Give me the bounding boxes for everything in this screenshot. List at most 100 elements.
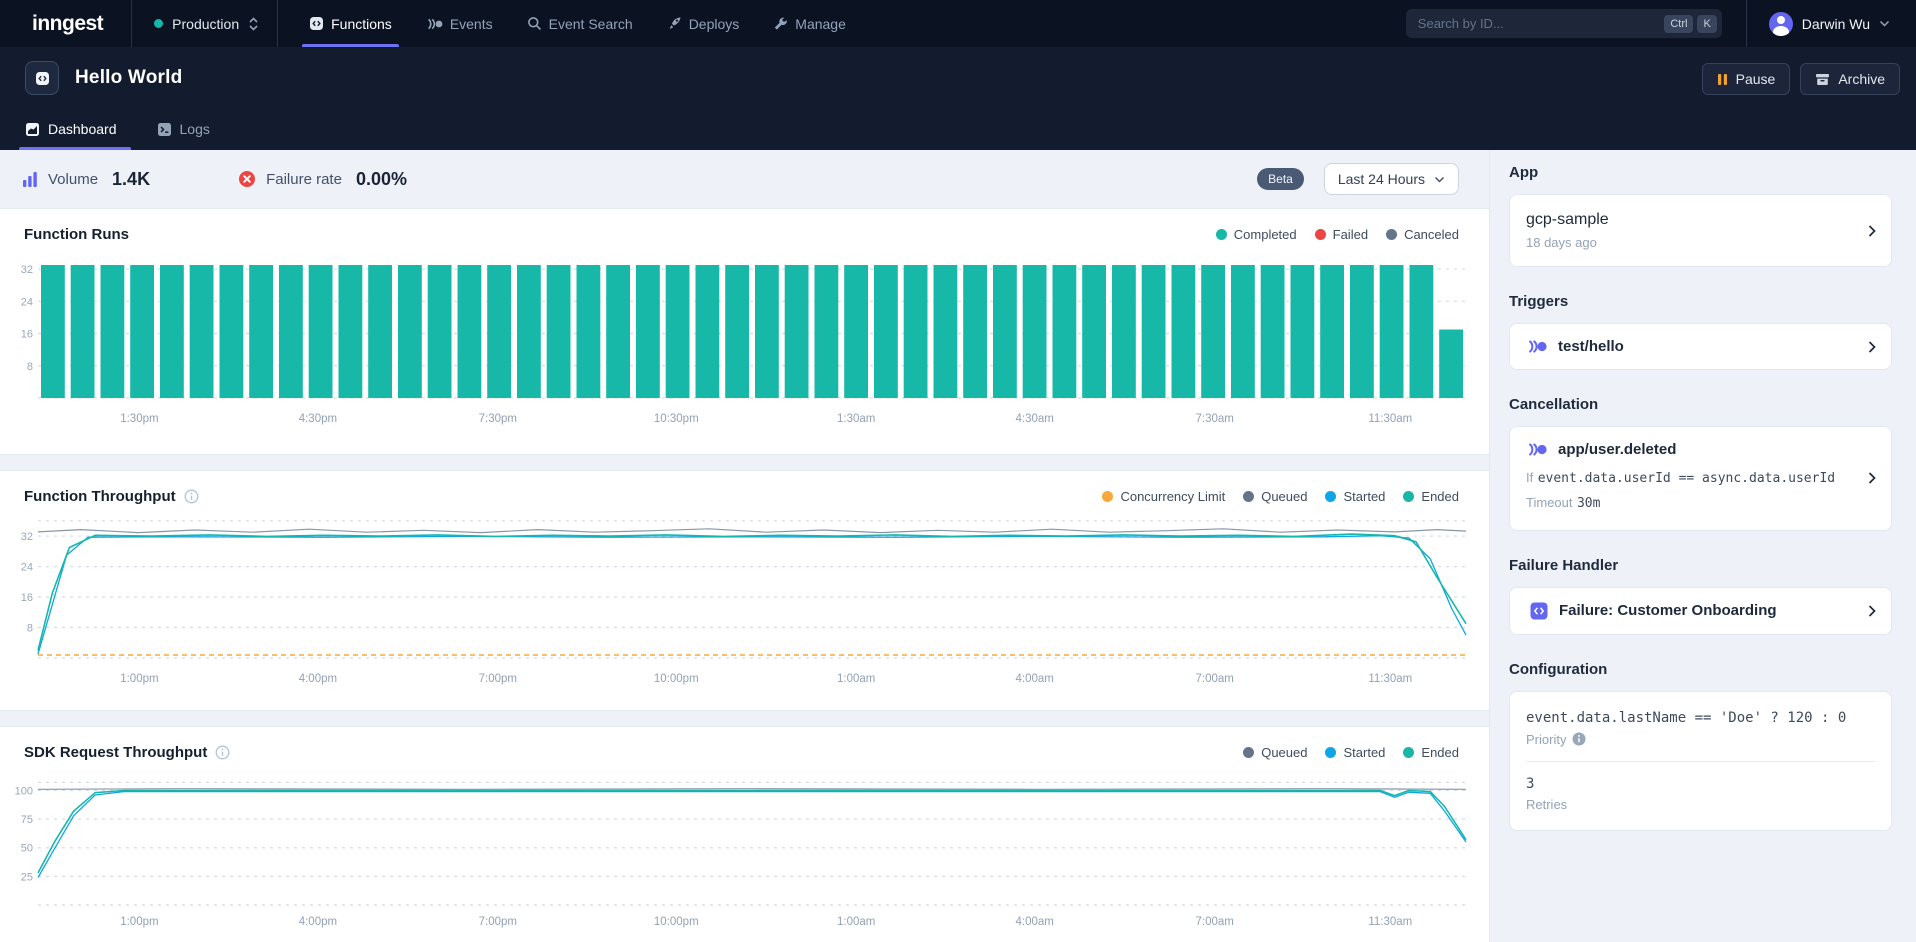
section-heading: Triggers: [1509, 293, 1892, 310]
function-icon: [25, 61, 59, 95]
chevron-up-down-icon: [248, 16, 259, 32]
legend-label: Completed: [1234, 227, 1297, 242]
trigger-name: test/hello: [1558, 338, 1624, 355]
legend-dot: [1386, 229, 1397, 240]
legend-label: Started: [1343, 745, 1385, 760]
info-icon[interactable]: [1572, 732, 1586, 746]
svg-text:8: 8: [27, 623, 33, 635]
dashboard-icon: [25, 122, 40, 137]
nav-item-event-search[interactable]: Event Search: [510, 0, 650, 47]
failure-handler-card[interactable]: Failure: Customer Onboarding: [1509, 587, 1892, 635]
svg-text:24: 24: [21, 296, 33, 308]
archive-button[interactable]: Archive: [1800, 63, 1900, 95]
sdk-throughput-legend: Queued Started Ended: [1243, 745, 1459, 760]
svg-text:10:00pm: 10:00pm: [654, 673, 699, 685]
configuration-section: Configuration event.data.lastName == 'Do…: [1509, 661, 1892, 831]
cancellation-expression: event.data.userId == async.data.userId: [1538, 471, 1835, 486]
function-header: Hello World Pause Archive Dashboard: [0, 47, 1916, 150]
inngest-logo[interactable]: inngest: [0, 0, 131, 47]
retries-label: Retries: [1526, 797, 1875, 812]
global-search[interactable]: Ctrl K: [1406, 9, 1722, 38]
divider: [277, 0, 278, 47]
event-icon: [1526, 339, 1547, 354]
svg-text:75: 75: [21, 814, 33, 826]
trigger-card[interactable]: test/hello: [1509, 323, 1892, 370]
kbd-ctrl: Ctrl: [1664, 15, 1693, 33]
section-heading: App: [1509, 164, 1892, 181]
section-heading: Failure Handler: [1509, 557, 1892, 574]
svg-text:7:30pm: 7:30pm: [479, 413, 517, 425]
tab-dashboard[interactable]: Dashboard: [25, 121, 117, 150]
nav-item-events[interactable]: Events: [409, 0, 510, 47]
svg-text:1:00pm: 1:00pm: [120, 673, 158, 685]
function-throughput-legend: Concurrency Limit Queued Started Ended: [1102, 489, 1459, 504]
svg-text:10:30pm: 10:30pm: [654, 413, 699, 425]
tab-label: Dashboard: [48, 121, 117, 137]
nav-item-label: Events: [450, 16, 493, 32]
svg-text:4:00pm: 4:00pm: [299, 673, 337, 685]
svg-text:11:30am: 11:30am: [1368, 673, 1412, 685]
page-title: Hello World: [75, 67, 182, 89]
chevron-right-icon: [1868, 224, 1876, 237]
chevron-down-icon: [1434, 176, 1445, 183]
svg-text:32: 32: [21, 531, 33, 543]
app-name: gcp-sample: [1526, 211, 1875, 229]
legend-dot: [1243, 747, 1254, 758]
svg-text:11:30am: 11:30am: [1368, 916, 1412, 928]
legend-label: Ended: [1421, 489, 1459, 504]
svg-text:7:00am: 7:00am: [1196, 673, 1234, 685]
avatar: [1769, 12, 1793, 36]
svg-text:4:30pm: 4:30pm: [299, 413, 337, 425]
failure-rate-label: Failure rate: [266, 171, 342, 188]
stats-row: Volume 1.4K Failure rate 0.00% Beta Last…: [0, 150, 1489, 208]
nav-item-manage[interactable]: Manage: [756, 0, 863, 47]
app-card[interactable]: gcp-sample 18 days ago: [1509, 194, 1892, 267]
cancellation-card[interactable]: app/user.deleted If event.data.userId ==…: [1509, 426, 1892, 531]
if-label: If: [1526, 470, 1533, 485]
chart-title: SDK Request Throughput: [24, 744, 230, 761]
time-range-dropdown[interactable]: Last 24 Hours: [1324, 163, 1459, 195]
info-icon[interactable]: [215, 745, 230, 760]
environment-switcher[interactable]: Production: [132, 0, 277, 47]
nav-item-deploys[interactable]: Deploys: [650, 0, 757, 47]
legend-label: Concurrency Limit: [1120, 489, 1225, 504]
beta-badge: Beta: [1257, 168, 1304, 190]
events-icon: [426, 17, 443, 31]
svg-text:24: 24: [21, 562, 33, 574]
svg-text:4:00am: 4:00am: [1016, 673, 1054, 685]
priority-expression: event.data.lastName == 'Doe' ? 120 : 0: [1526, 710, 1875, 726]
details-sidebar: App gcp-sample 18 days ago Triggers t: [1489, 150, 1916, 942]
legend-dot: [1325, 491, 1336, 502]
info-icon[interactable]: [184, 489, 199, 504]
chevron-down-icon: [1879, 20, 1890, 27]
svg-text:32: 32: [21, 264, 33, 276]
svg-text:10:00pm: 10:00pm: [654, 916, 699, 928]
search-icon: [527, 16, 542, 31]
cancellation-section: Cancellation app/user.deleted If event.d…: [1509, 396, 1892, 531]
svg-text:7:00am: 7:00am: [1196, 916, 1234, 928]
legend-label: Queued: [1261, 489, 1307, 504]
tab-logs[interactable]: Logs: [157, 121, 210, 150]
svg-text:8: 8: [27, 361, 33, 373]
user-menu[interactable]: Darwin Wu: [1747, 0, 1916, 47]
volume-value: 1.4K: [112, 169, 150, 190]
svg-text:16: 16: [21, 329, 33, 341]
pause-button[interactable]: Pause: [1702, 63, 1791, 95]
svg-text:11:30am: 11:30am: [1368, 413, 1412, 425]
kbd-k: K: [1697, 15, 1716, 33]
nav-item-functions[interactable]: Functions: [292, 0, 409, 47]
stat-volume: Volume 1.4K: [22, 169, 150, 190]
svg-text:4:00am: 4:00am: [1016, 916, 1054, 928]
legend-dot: [1102, 491, 1113, 502]
event-icon: [1526, 442, 1547, 457]
chart-title: Function Throughput: [24, 488, 199, 505]
configuration-card: event.data.lastName == 'Doe' ? 120 : 0 P…: [1509, 691, 1892, 831]
environment-status-dot: [154, 19, 163, 28]
archive-icon: [1815, 73, 1830, 86]
top-nav: inngest Production Functions Events: [0, 0, 1916, 47]
failure-x-icon: [238, 170, 256, 188]
tab-label: Logs: [180, 121, 210, 137]
chevron-right-icon: [1868, 340, 1876, 353]
rocket-icon: [667, 16, 682, 31]
search-input[interactable]: [1418, 16, 1661, 31]
